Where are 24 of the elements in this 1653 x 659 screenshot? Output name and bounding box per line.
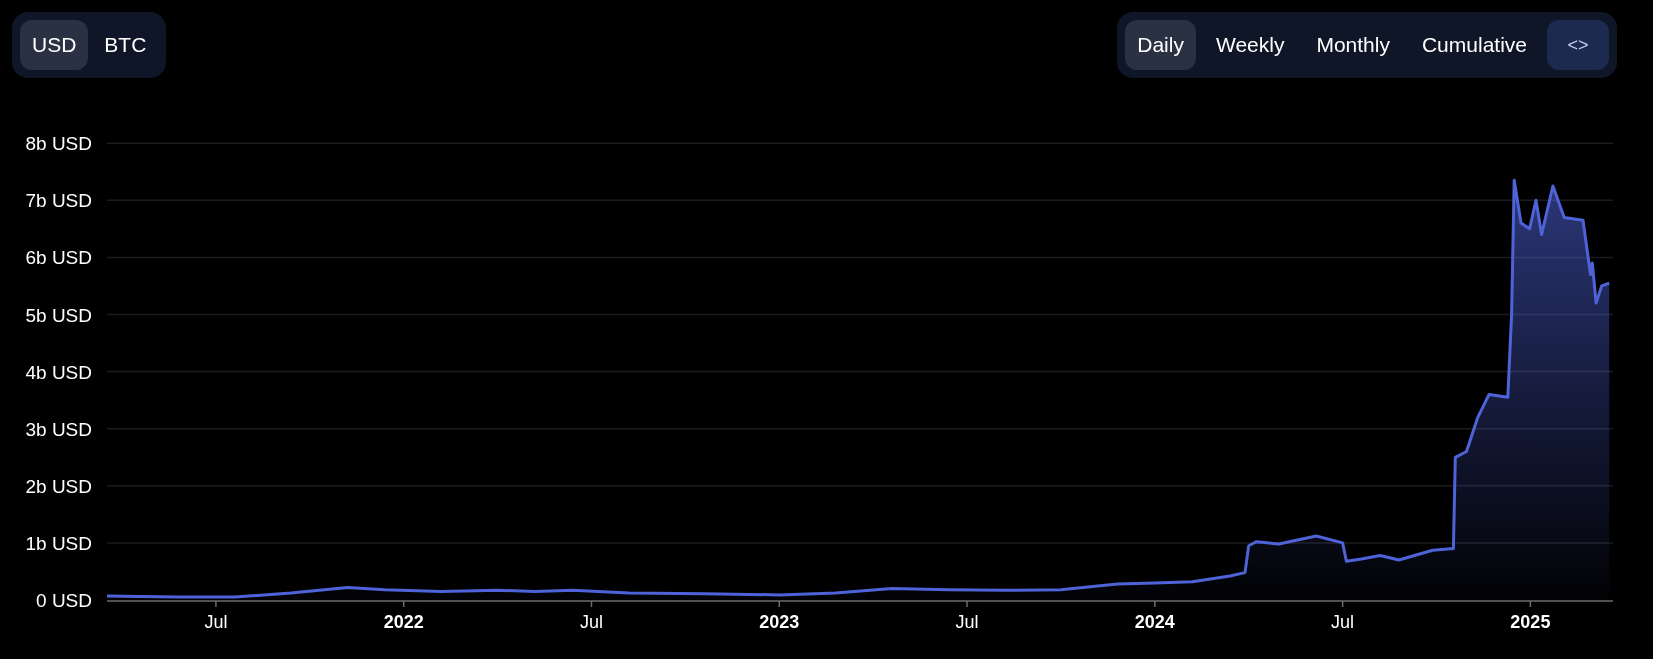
y-axis-label: 3b USD xyxy=(25,418,92,440)
x-axis-label: 2023 xyxy=(759,612,800,632)
x-axis-label: Jul xyxy=(204,612,228,632)
y-axis-label: 7b USD xyxy=(25,190,92,212)
x-axis-label: Jul xyxy=(1331,612,1355,632)
x-axis-label: Jul xyxy=(955,612,979,632)
y-axis-label: 5b USD xyxy=(25,304,92,326)
x-axis-label: Jul xyxy=(579,612,603,632)
y-axis-label: 1b USD xyxy=(25,532,92,554)
y-axis-label: 6b USD xyxy=(25,247,92,269)
tab[interactable]: Monthly xyxy=(1304,20,1402,70)
tab[interactable]: USD xyxy=(20,20,89,70)
y-axis-label: 8b USD xyxy=(25,133,92,155)
tab[interactable]: Daily xyxy=(1125,20,1196,70)
y-axis-label: 2b USD xyxy=(25,475,92,497)
tab[interactable]: Cumulative xyxy=(1409,20,1539,70)
y-axis-label: 4b USD xyxy=(25,361,92,383)
tab[interactable]: Weekly xyxy=(1203,20,1297,70)
embed-button[interactable]: <> xyxy=(1547,20,1609,70)
y-axis-label: 0 USD xyxy=(36,590,92,611)
tab[interactable]: BTC xyxy=(92,20,159,70)
x-axis-label: 2025 xyxy=(1510,612,1551,632)
x-axis-label: 2024 xyxy=(1134,612,1175,632)
x-axis-label: 2022 xyxy=(383,612,424,632)
